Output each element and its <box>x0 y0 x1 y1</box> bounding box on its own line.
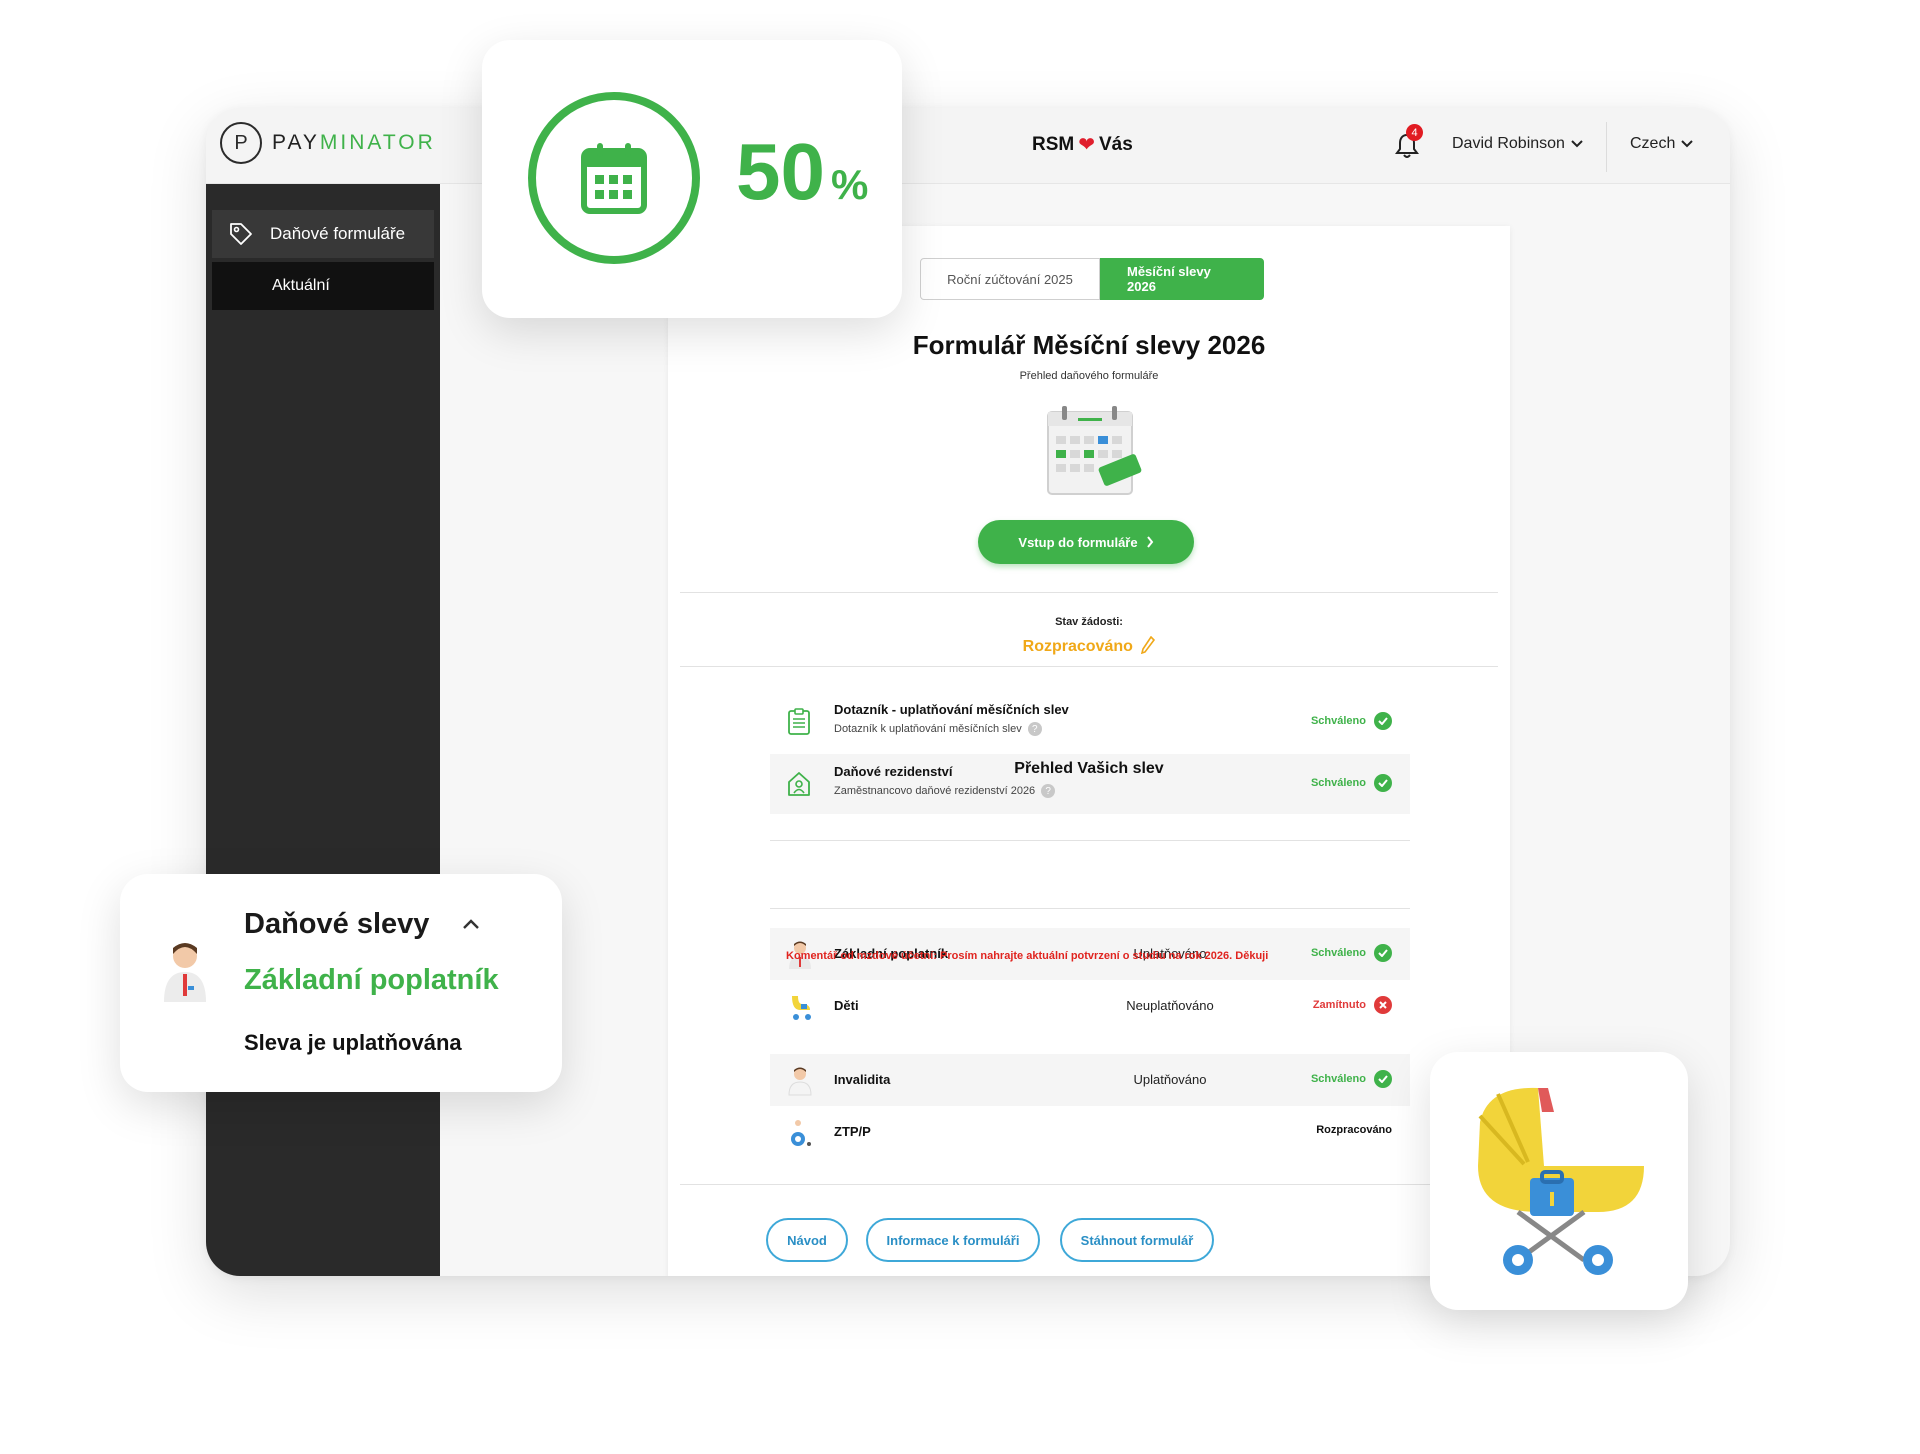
pencil-icon <box>1141 635 1156 655</box>
tax-discount-note: Sleva je uplatňována <box>244 1030 462 1055</box>
discount-mode: Neuplatňováno <box>1126 998 1214 1013</box>
download-form-button[interactable]: Stáhnout formulář <box>1060 1218 1214 1262</box>
tax-discount-card[interactable]: Daňové slevy Základní poplatník Sleva je… <box>120 874 562 1092</box>
user-menu[interactable]: David Robinson <box>1452 135 1583 153</box>
progress-unit: % <box>830 161 869 208</box>
help-icon[interactable]: ? <box>1041 784 1056 798</box>
language-label: Czech <box>1630 135 1676 152</box>
status-badge: Schváleno <box>1311 712 1392 730</box>
document-subtitle-text: Dotazník k uplatňování měsíčních slev <box>834 723 1022 735</box>
document-subtitle-text: Zaměstnancovo daňové rezidenství 2026 <box>834 785 1036 797</box>
check-circle-icon <box>1374 1070 1392 1088</box>
discount-row[interactable]: Děti Neuplatňováno Zamítnuto <box>770 980 1410 1032</box>
chevron-up-icon[interactable] <box>462 918 480 930</box>
check-circle-icon <box>1374 944 1392 962</box>
form-info-button[interactable]: Informace k formuláři <box>866 1218 1040 1262</box>
client-brand: RSM ❤ Vás <box>1032 132 1133 157</box>
sidebar-item-label: Aktuální <box>272 277 330 294</box>
request-status-value: Rozpracováno <box>668 635 1510 656</box>
discount-name: ZTP/P <box>834 1124 871 1139</box>
status-text: Schváleno <box>1310 777 1366 789</box>
document-subtitle: Zaměstnancovo daňové rezidenství 2026 ? <box>834 784 1056 798</box>
document-subtitle: Dotazník k uplatňování měsíčních slev ? <box>834 722 1042 736</box>
status-text: Zamítnuto <box>1312 999 1366 1011</box>
heart-icon: ❤ <box>1078 134 1095 156</box>
status-text: Schváleno <box>1310 1073 1366 1085</box>
discount-name: Invalidita <box>834 1072 891 1087</box>
discounts-section-title: Přehled Vašich slev <box>1014 760 1164 777</box>
chevron-down-icon <box>1681 140 1694 148</box>
status-badge: Rozpracováno <box>1316 1124 1392 1136</box>
sidebar-item-label: Daňové formuláře <box>270 224 406 243</box>
status-text: Schváleno <box>1310 947 1366 959</box>
progress-ring <box>528 92 700 264</box>
tab-annual-settlement[interactable]: Roční zúčtování 2025 <box>920 258 1100 300</box>
request-status-label: Stav žádosti: <box>1055 616 1123 628</box>
sidebar-item-current[interactable]: Aktuální <box>212 262 434 310</box>
discount-row[interactable]: ZTP/P Rozpracováno <box>770 1106 1410 1158</box>
stroller-icon <box>792 996 811 1020</box>
progress-number: 50 <box>736 127 825 216</box>
tag-icon <box>230 223 252 245</box>
request-status-text: Rozpracováno <box>1022 638 1133 655</box>
sidebar-item-tax-forms[interactable]: Daňové formuláře <box>212 210 434 258</box>
page-title: Formulář Měsíční slevy 2026 <box>912 330 1266 360</box>
calendar-illustration <box>1047 406 1142 495</box>
status-badge: Schváleno <box>1311 944 1392 962</box>
x-circle-icon <box>1374 996 1392 1014</box>
form-tabs: Roční zúčtování 2025 Měsíční slevy 2026 <box>920 258 1264 300</box>
questionnaire-icon <box>788 708 810 735</box>
tab-monthly-discounts[interactable]: Měsíční slevy 2026 <box>1100 258 1264 300</box>
status-badge: Zamítnuto <box>1313 996 1392 1014</box>
logo-text: PAYMINATOR <box>272 131 436 155</box>
enter-form-label: Vstup do formuláře <box>1018 534 1138 550</box>
guide-button[interactable]: Návod <box>766 1218 848 1262</box>
logo-text-minator: MINATOR <box>319 131 436 154</box>
status-text: Schváleno <box>1310 715 1366 727</box>
divider <box>770 840 1410 841</box>
client-brand-left: RSM <box>1032 133 1075 155</box>
calendar-icon <box>581 143 647 214</box>
discount-row[interactable]: Invalidita Uplatňováno Schváleno <box>770 1054 1410 1106</box>
tax-discount-title: Daňové slevy <box>244 908 430 940</box>
divider <box>680 592 1498 593</box>
document-row[interactable]: Dotazník - uplatňování měsíčních slev Do… <box>770 692 1410 752</box>
form-overview-card: Roční zúčtování 2025 Měsíční slevy 2026 … <box>668 226 1510 1276</box>
chevron-right-icon <box>1146 536 1153 548</box>
check-circle-icon <box>1374 712 1392 730</box>
tax-discount-subtitle: Základní poplatník <box>244 964 499 996</box>
stroller-icon <box>1478 1087 1644 1275</box>
notification-badge: 4 <box>1406 124 1423 141</box>
progress-card: 50% <box>482 40 902 318</box>
header-divider <box>1606 122 1607 172</box>
status-text: Rozpracováno <box>1316 1124 1392 1136</box>
accountant-comment: Komentář od mzdové účetní: Prosím nahraj… <box>786 950 1269 962</box>
logo-text-pay: PAY <box>272 131 320 154</box>
person-icon <box>788 1067 812 1096</box>
payminator-logo[interactable]: P PAYMINATOR <box>220 122 436 164</box>
language-select[interactable]: Czech <box>1630 135 1694 153</box>
help-icon[interactable]: ? <box>1027 722 1042 736</box>
divider <box>680 1184 1498 1185</box>
stroller-card <box>1430 1052 1688 1310</box>
discount-mode: Uplatňováno <box>1133 1072 1207 1087</box>
discount-name: Děti <box>834 998 859 1013</box>
user-name: David Robinson <box>1452 135 1565 152</box>
divider <box>770 908 1410 909</box>
top-bar: P PAYMINATOR RSM ❤ Vás 4 David Robinson … <box>206 108 1730 184</box>
person-icon <box>164 943 206 1002</box>
status-badge: Schváleno <box>1311 1070 1392 1088</box>
divider <box>680 666 1498 667</box>
chevron-down-icon <box>1571 140 1583 148</box>
logo-mark: P <box>220 122 262 164</box>
progress-value: 50% <box>736 132 868 212</box>
sidebar: Daňové formuláře Aktuální <box>206 184 440 1276</box>
enter-form-button[interactable]: Vstup do formuláře <box>978 520 1194 564</box>
client-brand-right: Vás <box>1099 133 1133 155</box>
page-subtitle: Přehled daňového formuláře <box>1019 370 1159 382</box>
wheelchair-icon <box>791 1120 811 1146</box>
document-title: Dotazník - uplatňování měsíčních slev <box>834 702 1069 717</box>
